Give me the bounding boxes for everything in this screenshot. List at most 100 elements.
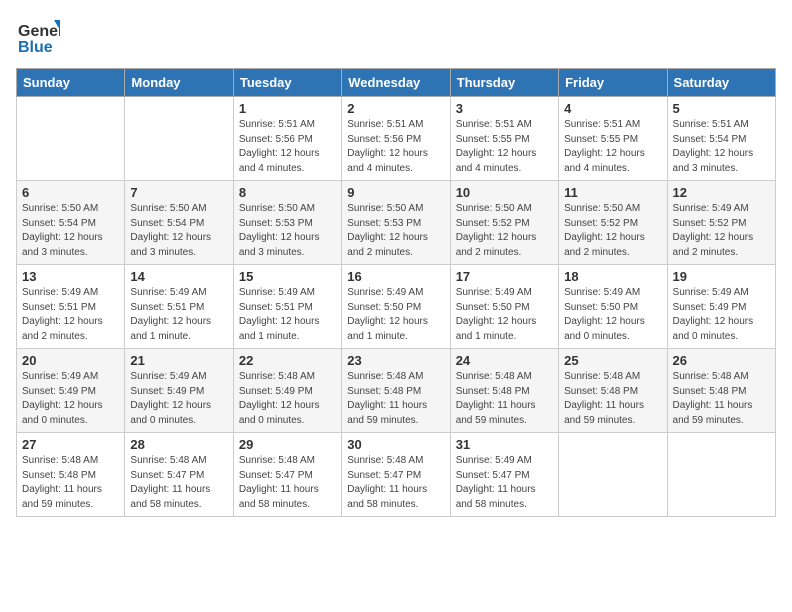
page-header: General Blue [16,16,776,60]
calendar-cell: 11 Sunrise: 5:50 AM Sunset: 5:52 PM Dayli… [559,181,667,265]
col-header-tuesday: Tuesday [233,69,341,97]
calendar-cell: 5 Sunrise: 5:51 AM Sunset: 5:54 PM Daylig… [667,97,775,181]
calendar-week-2: 6 Sunrise: 5:50 AM Sunset: 5:54 PM Daylig… [17,181,776,265]
day-number: 30 [347,437,444,452]
day-number: 2 [347,101,444,116]
day-number: 3 [456,101,553,116]
calendar-cell: 20 Sunrise: 5:49 AM Sunset: 5:49 PM Dayli… [17,349,125,433]
calendar-cell: 27 Sunrise: 5:48 AM Sunset: 5:48 PM Dayli… [17,433,125,517]
day-info: Sunrise: 5:50 AM Sunset: 5:54 PM Dayligh… [130,202,227,260]
svg-text:Blue: Blue [18,39,53,56]
day-number: 31 [456,437,553,452]
calendar-cell: 3 Sunrise: 5:51 AM Sunset: 5:55 PM Daylig… [450,97,558,181]
calendar-cell: 13 Sunrise: 5:49 AM Sunset: 5:51 PM Dayli… [17,265,125,349]
day-number: 13 [22,269,119,284]
day-info: Sunrise: 5:49 AM Sunset: 5:50 PM Dayligh… [347,286,444,344]
calendar-cell: 22 Sunrise: 5:48 AM Sunset: 5:49 PM Dayli… [233,349,341,433]
calendar-cell: 6 Sunrise: 5:50 AM Sunset: 5:54 PM Daylig… [17,181,125,265]
day-info: Sunrise: 5:48 AM Sunset: 5:47 PM Dayligh… [130,454,227,512]
day-info: Sunrise: 5:48 AM Sunset: 5:47 PM Dayligh… [347,454,444,512]
day-info: Sunrise: 5:48 AM Sunset: 5:48 PM Dayligh… [456,370,553,428]
day-info: Sunrise: 5:50 AM Sunset: 5:52 PM Dayligh… [456,202,553,260]
day-number: 9 [347,185,444,200]
svg-text:General: General [18,23,60,40]
calendar-cell: 16 Sunrise: 5:49 AM Sunset: 5:50 PM Dayli… [342,265,450,349]
day-info: Sunrise: 5:48 AM Sunset: 5:47 PM Dayligh… [239,454,336,512]
calendar-cell: 15Sunrise: 5:49 AM Sunset: 5:51 PM Dayli… [233,265,341,349]
day-number: 8 [239,185,336,200]
day-info: Sunrise: 5:50 AM Sunset: 5:53 PM Dayligh… [347,202,444,260]
calendar-week-3: 13 Sunrise: 5:49 AM Sunset: 5:51 PM Dayli… [17,265,776,349]
day-info: Sunrise: 5:49 AM Sunset: 5:49 PM Dayligh… [22,370,119,428]
calendar-cell: 2 Sunrise: 5:51 AM Sunset: 5:56 PM Daylig… [342,97,450,181]
calendar-week-4: 20 Sunrise: 5:49 AM Sunset: 5:49 PM Dayli… [17,349,776,433]
col-header-wednesday: Wednesday [342,69,450,97]
col-header-thursday: Thursday [450,69,558,97]
day-number: 26 [673,353,770,368]
day-number: 4 [564,101,661,116]
col-header-saturday: Saturday [667,69,775,97]
day-info: Sunrise: 5:49 AM Sunset: 5:49 PM Dayligh… [673,286,770,344]
day-info: Sunrise: 5:48 AM Sunset: 5:49 PM Dayligh… [239,370,336,428]
day-number: 27 [22,437,119,452]
col-header-friday: Friday [559,69,667,97]
day-number: 18 [564,269,661,284]
day-number: 28 [130,437,227,452]
day-info: Sunrise: 5:49 AM Sunset: 5:51 PM Dayligh… [130,286,227,344]
day-info: Sunrise: 5:48 AM Sunset: 5:48 PM Dayligh… [347,370,444,428]
calendar-cell [559,433,667,517]
calendar-week-1: 1 Sunrise: 5:51 AM Sunset: 5:56 PM Daylig… [17,97,776,181]
calendar-cell: 8 Sunrise: 5:50 AM Sunset: 5:53 PM Daylig… [233,181,341,265]
day-number: 6 [22,185,119,200]
day-number: 22 [239,353,336,368]
day-info: Sunrise: 5:51 AM Sunset: 5:55 PM Dayligh… [564,118,661,176]
day-number: 16 [347,269,444,284]
day-number: 12 [673,185,770,200]
calendar-cell: 12 Sunrise: 5:49 AM Sunset: 5:52 PM Dayli… [667,181,775,265]
day-number: 29 [239,437,336,452]
col-header-monday: Monday [125,69,233,97]
day-info: Sunrise: 5:49 AM Sunset: 5:49 PM Dayligh… [130,370,227,428]
day-info: Sunrise: 5:48 AM Sunset: 5:48 PM Dayligh… [22,454,119,512]
day-number: 17 [456,269,553,284]
col-header-sunday: Sunday [17,69,125,97]
day-info: Sunrise: 5:48 AM Sunset: 5:48 PM Dayligh… [673,370,770,428]
logo: General Blue [16,16,60,60]
calendar-cell: 25 Sunrise: 5:48 AM Sunset: 5:48 PM Dayli… [559,349,667,433]
calendar-cell: 24Sunrise: 5:48 AM Sunset: 5:48 PM Dayli… [450,349,558,433]
calendar-cell: 10 Sunrise: 5:50 AM Sunset: 5:52 PM Dayli… [450,181,558,265]
day-info: Sunrise: 5:49 AM Sunset: 5:52 PM Dayligh… [673,202,770,260]
calendar-cell: 31Sunrise: 5:49 AM Sunset: 5:47 PM Dayli… [450,433,558,517]
day-number: 25 [564,353,661,368]
calendar-week-5: 27 Sunrise: 5:48 AM Sunset: 5:48 PM Dayli… [17,433,776,517]
calendar-cell: 9 Sunrise: 5:50 AM Sunset: 5:53 PM Daylig… [342,181,450,265]
day-number: 11 [564,185,661,200]
day-number: 1 [239,101,336,116]
day-info: Sunrise: 5:51 AM Sunset: 5:54 PM Dayligh… [673,118,770,176]
day-info: Sunrise: 5:50 AM Sunset: 5:54 PM Dayligh… [22,202,119,260]
calendar-cell: 23 Sunrise: 5:48 AM Sunset: 5:48 PM Dayli… [342,349,450,433]
day-info: Sunrise: 5:49 AM Sunset: 5:51 PM Dayligh… [22,286,119,344]
calendar-cell: 21 Sunrise: 5:49 AM Sunset: 5:49 PM Dayli… [125,349,233,433]
day-info: Sunrise: 5:51 AM Sunset: 5:56 PM Dayligh… [347,118,444,176]
calendar-table: SundayMondayTuesdayWednesdayThursdayFrid… [16,68,776,517]
calendar-cell: 1Sunrise: 5:51 AM Sunset: 5:56 PM Daylig… [233,97,341,181]
day-info: Sunrise: 5:50 AM Sunset: 5:53 PM Dayligh… [239,202,336,260]
day-number: 21 [130,353,227,368]
day-number: 7 [130,185,227,200]
day-number: 15 [239,269,336,284]
calendar-cell: 4 Sunrise: 5:51 AM Sunset: 5:55 PM Daylig… [559,97,667,181]
calendar-cell: 26 Sunrise: 5:48 AM Sunset: 5:48 PM Dayli… [667,349,775,433]
day-info: Sunrise: 5:49 AM Sunset: 5:50 PM Dayligh… [456,286,553,344]
day-number: 23 [347,353,444,368]
day-info: Sunrise: 5:50 AM Sunset: 5:52 PM Dayligh… [564,202,661,260]
day-number: 10 [456,185,553,200]
day-number: 5 [673,101,770,116]
day-number: 20 [22,353,119,368]
calendar-cell: 18Sunrise: 5:49 AM Sunset: 5:50 PM Dayli… [559,265,667,349]
calendar-cell: 28 Sunrise: 5:48 AM Sunset: 5:47 PM Dayli… [125,433,233,517]
day-info: Sunrise: 5:48 AM Sunset: 5:48 PM Dayligh… [564,370,661,428]
day-number: 19 [673,269,770,284]
day-info: Sunrise: 5:51 AM Sunset: 5:55 PM Dayligh… [456,118,553,176]
calendar-cell: 29 Sunrise: 5:48 AM Sunset: 5:47 PM Dayli… [233,433,341,517]
